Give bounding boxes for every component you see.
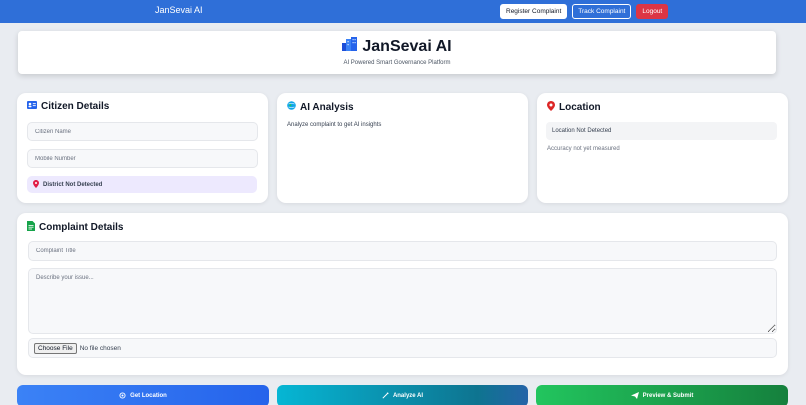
location-card: Location Location Not Detected Accuracy … — [537, 93, 788, 203]
track-complaint-button[interactable]: Track Complaint — [572, 4, 632, 19]
analyze-ai-label: Analyze AI — [392, 393, 424, 399]
map-pin-icon — [33, 179, 39, 190]
citizen-details-card: Citizen Details District Not Detected — [17, 93, 268, 203]
ai-analysis-title: AI Analysis — [300, 101, 354, 113]
header-card: JanSevai AI AI Powered Smart Governance … — [18, 31, 776, 74]
ai-analysis-message: Analyze complaint to get AI insights — [287, 122, 382, 128]
ai-globe-icon — [287, 101, 296, 113]
navbar-actions: Register Complaint Track Complaint Logou… — [500, 4, 669, 19]
magic-wand-icon — [382, 392, 389, 401]
complaint-details-heading: Complaint Details — [27, 221, 123, 234]
preview-submit-label: Preview & Submit — [642, 393, 694, 399]
file-status-text: No file chosen — [79, 344, 121, 352]
location-pin-icon — [547, 101, 555, 114]
preview-submit-button[interactable]: Preview & Submit — [536, 385, 788, 405]
get-location-button[interactable]: Get Location — [17, 385, 269, 405]
city-buildings-icon — [342, 37, 358, 56]
analyze-ai-button[interactable]: Analyze AI — [277, 385, 528, 405]
send-icon — [630, 391, 639, 401]
district-status-text: District Not Detected — [43, 181, 103, 188]
top-navbar: JanSevai AI Register Complaint Track Com… — [0, 0, 806, 23]
page-title: JanSevai AI — [18, 37, 776, 56]
header-subtitle: AI Powered Smart Governance Platform — [343, 60, 451, 66]
location-accuracy-text: Accuracy not yet measured — [547, 146, 620, 152]
district-status-badge: District Not Detected — [27, 176, 257, 193]
get-location-label: Get Location — [130, 393, 167, 399]
complaint-details-title: Complaint Details — [39, 222, 124, 233]
logout-button[interactable]: Logout — [636, 4, 669, 19]
id-card-icon — [27, 101, 37, 112]
citizen-name-input[interactable] — [27, 122, 258, 141]
citizen-details-title: Citizen Details — [41, 101, 110, 112]
mobile-number-input[interactable] — [27, 149, 258, 168]
ai-analysis-card: AI Analysis Analyze complaint to get AI … — [277, 93, 528, 203]
document-icon — [27, 221, 35, 234]
location-heading: Location — [547, 101, 601, 114]
navbar-brand[interactable]: JanSevai AI — [155, 5, 203, 15]
ai-analysis-heading: AI Analysis — [287, 101, 354, 113]
register-complaint-button[interactable]: Register Complaint — [500, 4, 568, 19]
complaint-title-input[interactable] — [28, 241, 777, 261]
location-title: Location — [559, 102, 601, 113]
header-title-text: JanSevai AI — [362, 37, 452, 55]
complaint-description-textarea[interactable] — [28, 268, 777, 334]
file-upload-field: Choose File No file chosen — [28, 338, 777, 358]
location-status-box: Location Not Detected — [546, 122, 777, 140]
citizen-details-heading: Citizen Details — [27, 101, 109, 112]
crosshair-icon — [119, 391, 126, 401]
choose-file-button[interactable]: Choose File — [34, 342, 77, 354]
